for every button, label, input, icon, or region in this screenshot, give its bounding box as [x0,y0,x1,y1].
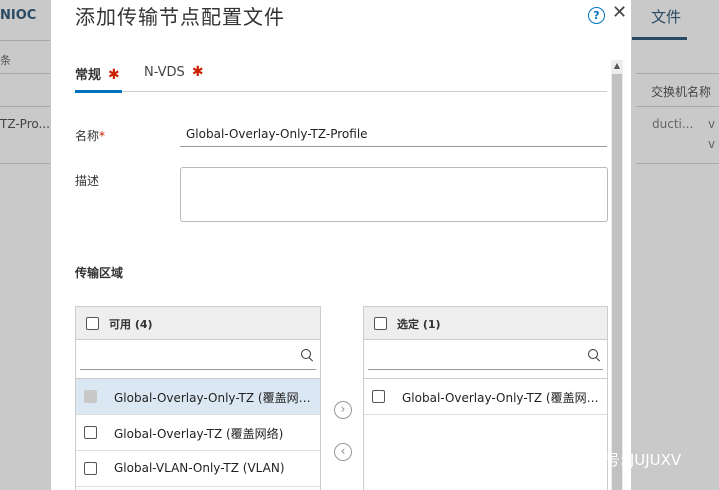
bg-tab-nioc: NIOC [0,8,37,23]
available-search-input[interactable] [80,343,316,370]
selected-search-row [364,340,607,379]
select-all-selected-checkbox[interactable] [374,317,387,330]
add-transport-node-profile-dialog: 添加传输节点配置文件 ? ✕ 常规✱ N-VDS✱ ▲ 名称* 描述 传输区域 … [51,0,631,490]
bg-divider [636,73,719,74]
bg-table-cell: v [708,137,716,151]
help-icon[interactable]: ? [588,7,605,24]
list-item[interactable]: Global-Overlay-Only-TZ (覆盖网络) [76,379,320,415]
name-input[interactable] [180,121,607,147]
move-right-icon[interactable]: › [334,401,352,419]
dialog-tabs: 常规 ✱ N-VDS ✱ [75,58,607,93]
item-checkbox[interactable] [84,462,97,475]
bg-divider [0,40,50,41]
bg-table-cell: ducti... [652,117,694,131]
tab-nvds[interactable]: N-VDS ✱ [144,64,204,90]
bg-divider [0,163,50,164]
selected-header-label: 选定 (1) [397,318,441,331]
tab-general-label: 常规 [75,68,102,83]
list-item[interactable]: Global-Overlay-TZ (覆盖网络) [76,415,320,451]
scrollbar-thumb[interactable] [612,74,622,490]
available-zones-panel: 可用 (4) Global-Overlay-Only-TZ (覆盖网络) Glo… [75,306,321,490]
available-header-label: 可用 (4) [109,318,153,331]
watermark-text: 微信号: JUJUXV [575,451,682,469]
search-icon [588,349,598,359]
item-label: Global-Overlay-Only-TZ (覆盖网络) [402,391,602,405]
bg-divider [636,163,719,164]
name-label-text: 名称 [75,129,100,143]
close-icon[interactable]: ✕ [612,2,627,23]
selected-header: 选定 (1) [364,307,607,340]
move-left-icon[interactable]: ‹ [334,443,352,461]
item-checkbox[interactable] [84,426,97,439]
bg-table-cell: v [708,117,716,131]
description-label: 描述 [75,174,100,188]
bg-tab-underline [632,37,687,40]
required-icon: ✱ [108,67,120,83]
transport-zones-title: 传输区域 [75,266,124,280]
scroll-up-icon[interactable]: ▲ [612,61,622,71]
selected-zones-panel: 选定 (1) Global-Overlay-Only-TZ (覆盖网络) [363,306,608,490]
item-checkbox [84,390,97,403]
selected-search-input[interactable] [368,343,603,370]
bg-tab-profiles: 文件 [651,8,682,26]
tab-general[interactable]: 常规 ✱ [75,64,122,93]
item-label: Global-Overlay-Only-TZ (覆盖网络) [114,391,314,405]
bg-column-header: 交换机名称 [651,85,712,99]
bg-filter-text: 条 [0,54,11,67]
required-icon: ✱ [191,64,204,80]
search-icon [301,349,311,359]
bg-table-cell: TZ-Pro... [0,117,50,131]
required-marker: * [99,129,106,143]
available-search-row [76,340,320,379]
bg-divider [0,106,50,107]
list-item[interactable]: Global-VLAN-Only-TZ (VLAN) [76,451,320,487]
name-label: 名称* [75,127,105,144]
available-header: 可用 (4) [76,307,320,340]
list-item[interactable]: Global-Overlay-Only-TZ (覆盖网络) [364,379,607,415]
select-all-available-checkbox[interactable] [86,317,99,330]
bg-divider [0,73,50,74]
bg-divider [636,106,719,107]
description-textarea[interactable] [180,167,608,222]
item-label: Global-Overlay-TZ (覆盖网络) [114,427,284,441]
tab-nvds-label: N-VDS [144,65,185,80]
item-checkbox[interactable] [372,390,385,403]
item-label: Global-VLAN-Only-TZ (VLAN) [114,461,285,475]
wechat-icon [541,450,568,469]
dialog-title: 添加传输节点配置文件 [75,5,285,29]
